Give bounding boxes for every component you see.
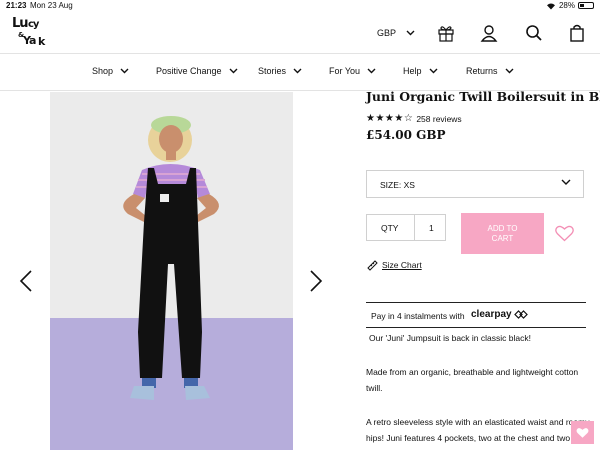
chevron-down-icon [429, 68, 438, 74]
currency-selector[interactable]: GBP [377, 28, 415, 38]
installments-text: Pay in 4 instalments with [371, 311, 465, 321]
account-icon[interactable] [479, 23, 499, 43]
product-rating[interactable]: ★★★★☆ 258 reviews [366, 113, 462, 124]
chevron-down-icon [406, 30, 415, 36]
search-icon[interactable] [524, 23, 544, 43]
description-line-2b: twill. [366, 383, 383, 393]
size-select-label: SIZE: XS [380, 180, 415, 190]
battery-icon [578, 2, 594, 9]
description-line-2a: Made from an organic, breathable and lig… [366, 367, 579, 377]
nav-item-returns[interactable]: Returns [466, 66, 514, 76]
nav-item-label: Help [403, 66, 422, 76]
product-title: Juni Organic Twill Boilersuit in Black [366, 89, 600, 104]
nav-item-shop[interactable]: Shop [92, 66, 129, 76]
nav-item-help[interactable]: Help [403, 66, 438, 76]
chevron-down-icon [293, 68, 302, 74]
status-bar: 21:23 Mon 23 Aug 28% [0, 0, 600, 12]
currency-label: GBP [377, 28, 397, 38]
wifi-icon [546, 3, 555, 9]
size-chart-link[interactable]: Size Chart [367, 259, 422, 271]
installments-banner[interactable]: Pay in 4 instalments with clearpay [366, 302, 586, 328]
chevron-down-icon [367, 68, 376, 74]
heart-icon[interactable] [555, 225, 574, 242]
status-right: 28% [546, 1, 594, 10]
heart-icon [576, 427, 589, 438]
add-to-cart-label: ADD TO CART [487, 223, 518, 243]
chevron-down-icon [505, 68, 514, 74]
model-illustration [123, 116, 219, 400]
nav-item-label: Shop [92, 66, 114, 76]
clearpay-arrows-icon [513, 310, 528, 319]
nav-item-positive-change[interactable]: Positive Change [156, 66, 238, 76]
description-line-1: Our 'Juni' Jumpsuit is back in classic b… [369, 333, 531, 343]
product-image[interactable] [50, 92, 293, 450]
nav-item-for-you[interactable]: For You [329, 66, 376, 76]
qty-value[interactable]: 1 [429, 223, 434, 233]
size-select[interactable]: SIZE: XS [366, 170, 584, 198]
product-price: £54.00 GBP [366, 128, 446, 142]
description-line-3a: A retro sleeveless style with an elastic… [366, 417, 590, 427]
nav-item-stories[interactable]: Stories [258, 66, 302, 76]
bag-icon[interactable] [567, 23, 587, 43]
site-header: Lu cy & Ya k GBP [0, 12, 600, 54]
clearpay-logo: clearpay [471, 309, 528, 320]
chevron-down-icon [120, 68, 129, 74]
add-to-cart-button[interactable]: ADD TO CART [461, 213, 544, 254]
review-count: 258 reviews [416, 113, 462, 124]
description-line-3b: hips! Juni features 4 pockets, two at th… [366, 433, 594, 443]
size-chart-label: Size Chart [382, 260, 422, 270]
gallery-next-arrow[interactable] [308, 269, 324, 293]
rating-stars: ★★★★☆ [366, 113, 414, 124]
brand-logo[interactable]: Lu cy & Ya k [12, 17, 48, 49]
quantity-stepper[interactable]: QTY 1 [366, 214, 446, 241]
battery-percent: 28% [558, 1, 575, 10]
wishlist-float-button[interactable] [571, 421, 594, 444]
gift-icon[interactable] [436, 23, 456, 43]
status-date: Mon 23 Aug [30, 1, 73, 10]
status-time: 21:23 [6, 1, 27, 10]
chevron-down-icon [561, 179, 571, 185]
chevron-down-icon [229, 68, 238, 74]
nav-item-label: Positive Change [156, 66, 222, 76]
nav-item-label: For You [329, 66, 361, 76]
qty-divider [414, 215, 415, 240]
gallery-prev-arrow[interactable] [18, 269, 34, 293]
qty-label: QTY [381, 223, 399, 233]
nav-item-label: Stories [258, 66, 287, 76]
ruler-icon [367, 260, 378, 271]
nav-item-label: Returns [466, 66, 498, 76]
main-nav: Shop Positive Change Stories For You Hel… [0, 54, 600, 91]
